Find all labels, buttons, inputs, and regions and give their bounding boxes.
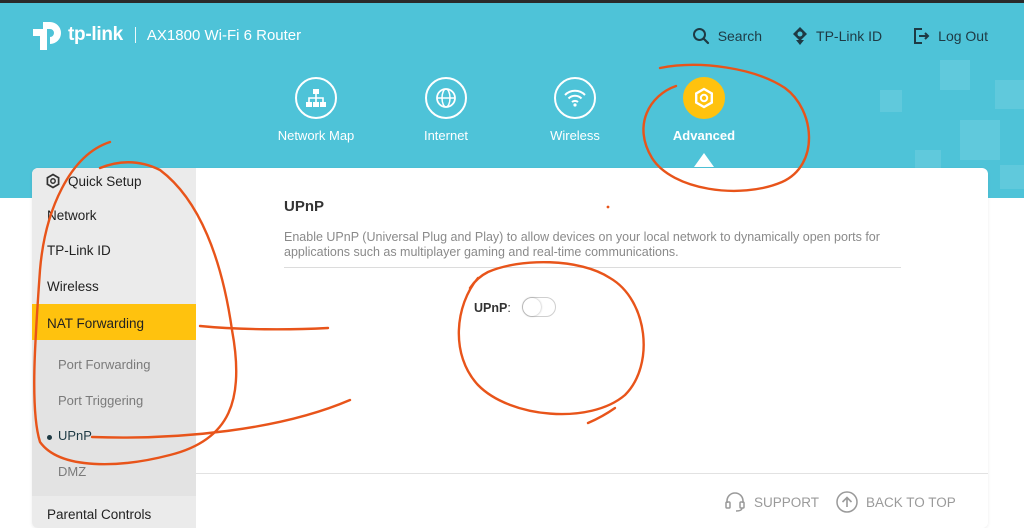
arrow-up-icon [836,491,858,513]
sidebar-subitem-port-forwarding[interactable]: Port Forwarding [32,357,196,377]
logout-label: Log Out [938,28,988,44]
tplink-id-icon [793,27,808,45]
sidebar-item-network[interactable]: Network [32,208,196,228]
sidebar-subitem-label: DMZ [58,464,87,479]
main-nav: Network Map Internet Wireless Advanced [250,77,770,157]
gear-icon [46,173,60,189]
page-description: Enable UPnP (Universal Plug and Play) to… [284,230,880,259]
logout-icon [914,28,930,44]
decor-square [940,60,970,90]
nav-label: Network Map [277,128,355,143]
nav-label: Internet [423,128,469,143]
sidebar-subitem-label: Port Forwarding [58,357,151,372]
tplink-id-label: TP-Link ID [816,28,883,44]
search-link[interactable]: Search [692,26,762,46]
sidebar: Quick Setup Network TP-Link ID Wireless … [32,168,196,528]
sidebar-item-label: Network [47,208,97,223]
sidebar-item-quick-setup[interactable]: Quick Setup [32,172,196,196]
top-border [0,0,1024,3]
back-to-top-button[interactable]: BACK TO TOP [836,491,956,513]
brand: tp-link AX1800 Wi-Fi 6 Router [30,18,301,52]
active-nav-caret [694,153,714,167]
sidebar-subitem-label: UPnP [58,428,92,443]
tplink-id-link[interactable]: TP-Link ID [792,26,882,46]
nav-advanced[interactable]: Advanced [639,77,769,143]
tplink-logo-icon [30,18,64,52]
brand-separator [134,27,136,43]
back-to-top-label: BACK TO TOP [866,494,956,510]
wifi-icon [554,77,596,119]
sidebar-item-wireless[interactable]: Wireless [32,279,196,299]
decor-square [995,80,1024,109]
upnp-label-text: UPnP [474,301,508,315]
divider [284,267,901,268]
sidebar-subitem-dmz[interactable]: DMZ [32,464,196,484]
sidebar-item-parental-controls[interactable]: Parental Controls [32,507,196,527]
upnp-field-label: UPnP: [474,301,511,315]
sidebar-subitem-upnp[interactable]: UPnP [32,428,196,448]
sidebar-item-label: Quick Setup [68,174,142,189]
sidebar-item-label: NAT Forwarding [47,316,145,331]
nav-label: Advanced [672,128,736,143]
page-title: UPnP [284,198,325,215]
sidebar-item-label: TP-Link ID [47,243,111,258]
decor-square [880,90,902,112]
sidebar-item-nat-forwarding[interactable]: NAT Forwarding [32,304,196,340]
decor-square [960,120,1000,160]
search-icon [692,28,709,45]
main-panel: Quick Setup Network TP-Link ID Wireless … [32,168,988,528]
logo-text: tp-link [68,24,123,45]
decor-square [1000,165,1024,189]
nav-network-map[interactable]: Network Map [251,77,381,143]
headset-icon [725,492,745,512]
upnp-label-colon: : [507,301,511,315]
nav-wireless[interactable]: Wireless [510,77,640,143]
toggle-knob [523,298,541,316]
sidebar-subitem-port-triggering[interactable]: Port Triggering [32,393,196,413]
nav-label: Wireless [550,128,600,143]
upnp-toggle[interactable] [522,297,556,317]
active-bullet [47,435,52,440]
router-model: AX1800 Wi-Fi 6 Router [146,26,302,44]
support-label: SUPPORT [754,494,820,510]
globe-icon [425,77,467,119]
sidebar-item-tplink-id[interactable]: TP-Link ID [32,243,196,263]
nav-internet[interactable]: Internet [381,77,511,143]
sidebar-item-label: Wireless [47,279,99,294]
sidebar-subitem-label: Port Triggering [58,393,144,408]
search-label: Search [717,28,763,44]
network-map-icon [295,77,337,119]
support-button[interactable]: SUPPORT [724,491,819,513]
gear-icon [683,77,725,119]
logout-link[interactable]: Log Out [912,26,988,46]
top-links: Search TP-Link ID Log Out [662,26,988,46]
